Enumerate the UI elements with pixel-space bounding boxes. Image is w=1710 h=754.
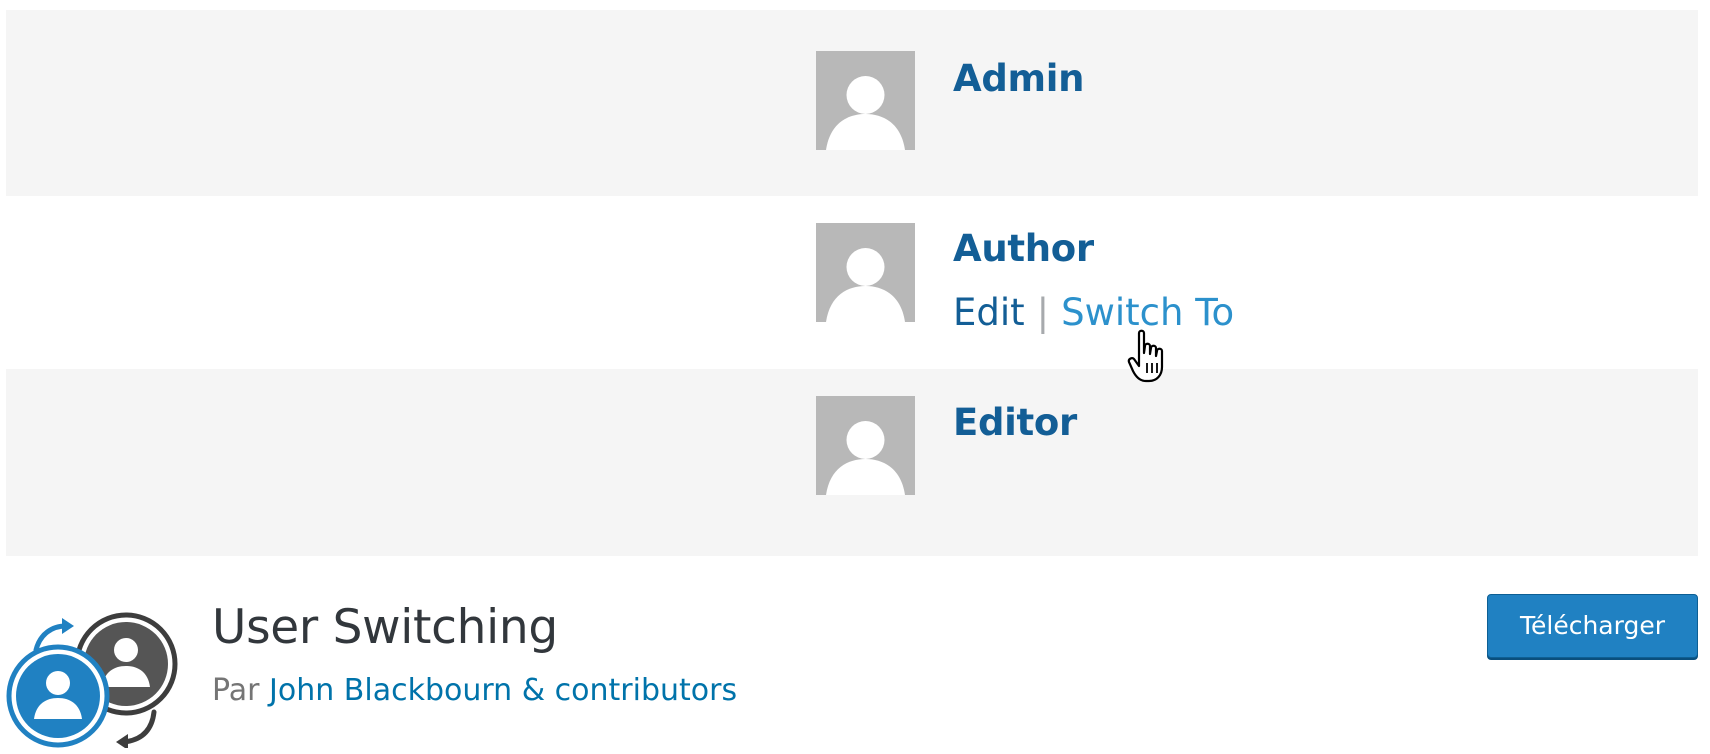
user-silhouette-icon [826, 248, 905, 322]
switch-to-link[interactable]: Switch To [1061, 291, 1234, 334]
plugin-author-line: Par John Blackbourn & contributors [212, 673, 737, 708]
user-silhouette-icon [826, 76, 905, 150]
edit-link[interactable]: Edit [953, 291, 1025, 334]
user-name-link[interactable]: Author [953, 227, 1094, 270]
user-name-link[interactable]: Admin [953, 57, 1085, 100]
download-button[interactable]: Télécharger [1487, 594, 1698, 658]
user-row-author: Author Edit | Switch To [6, 196, 1698, 369]
hand-pointer-cursor-icon [1127, 329, 1164, 383]
screenshot-banner: Admin Author Edit | Switch To Editor [6, 10, 1698, 556]
avatar [816, 51, 915, 150]
plugin-title: User Switching [212, 600, 558, 655]
row-actions: Edit | Switch To [953, 291, 1234, 334]
action-separator: | [1036, 291, 1050, 334]
user-silhouette-icon [826, 421, 905, 495]
user-switching-icon [6, 612, 178, 748]
by-label: Par [212, 673, 260, 708]
user-row-admin: Admin [6, 10, 1698, 196]
author-link[interactable]: John Blackbourn & contributors [269, 673, 737, 708]
user-row-editor: Editor [6, 369, 1698, 556]
avatar [816, 223, 915, 322]
avatar [816, 396, 915, 495]
user-name-link[interactable]: Editor [953, 401, 1077, 444]
